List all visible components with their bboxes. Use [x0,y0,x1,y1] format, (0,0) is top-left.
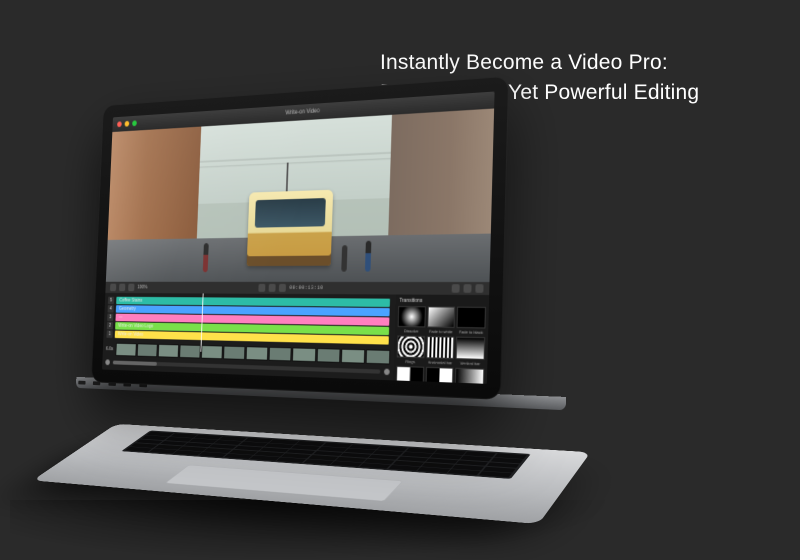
thumbnail[interactable] [365,349,390,364]
panel-title: Transitions [398,298,486,305]
laptop-lid: Write-on Video 100% [91,76,509,400]
scrollbar-thumb[interactable] [113,361,157,366]
timecode-display: 00:00:13:10 [289,285,323,291]
thumbnail[interactable] [201,345,223,359]
transition-preview-icon [396,366,424,384]
thumbnail[interactable] [269,347,292,362]
transition-item[interactable]: Gradient [455,368,484,384]
zoom-level[interactable]: 100% [137,285,147,291]
timeline-panel: 5 Coffee Stains 4 Geometry 3 — 2 Write-o… [102,293,489,384]
text-icon[interactable] [119,284,125,292]
track-index: 1 [106,330,112,338]
transition-label: Rings [405,359,415,365]
track-index: 4 [108,305,114,313]
timeline-tracks[interactable]: 5 Coffee Stains 4 Geometry 3 — 2 Write-o… [102,293,396,381]
thumbnail[interactable] [292,347,316,362]
thumbnail[interactable] [158,344,179,358]
clip-duration: 6.0s [106,346,113,352]
zoom-in-icon[interactable] [384,369,390,375]
transition-label: Fade to white [429,329,453,335]
app-window: Write-on Video 100% [102,91,495,384]
video-preview[interactable] [106,108,494,282]
laptop-deck [33,424,591,524]
settings-icon[interactable] [452,284,460,293]
thumbnail[interactable] [341,349,365,364]
export-icon[interactable] [463,284,471,293]
window-titlebar[interactable]: Write-on Video [112,91,494,132]
close-icon[interactable] [117,121,122,127]
play-icon[interactable] [269,284,276,292]
laptop-mockup: Write-on Video 100% [10,80,570,480]
transition-item[interactable]: Rings [397,336,425,365]
transition-item[interactable]: Fade to black [457,307,486,336]
transition-preview-icon [455,368,484,384]
transition-label: Fade to black [459,330,483,336]
thumbnail[interactable] [137,343,158,357]
transition-item[interactable]: Dissolve [397,306,425,334]
add-icon[interactable] [110,284,116,291]
minimize-icon[interactable] [125,121,130,127]
zoom-out-icon[interactable] [105,359,110,365]
fullscreen-icon[interactable] [132,120,137,126]
transition-preview-icon [427,306,456,328]
next-frame-icon[interactable] [279,284,286,292]
track-index: 3 [107,313,113,321]
port-icon [78,381,85,385]
transition-label: Dissolve [404,329,419,335]
transition-item[interactable]: Fade to white [427,306,456,335]
transitions-panel: Transitions Dissolve Fade to white Fade to… [393,295,489,384]
transition-preview-icon [398,306,426,328]
cut-icon[interactable] [128,284,134,292]
timeline-scrollbar[interactable] [113,361,381,374]
headline-line-1: Instantly Become a Video Pro: [380,48,699,78]
transition-preview-icon [426,336,455,359]
transition-label: Horizontal bar [428,359,452,365]
thumbnail[interactable] [316,348,340,363]
prev-frame-icon[interactable] [258,284,265,292]
transition-item[interactable]: Horizontal bar [426,336,455,365]
track-index: 5 [108,297,114,305]
thumbnail[interactable] [116,343,137,357]
transition-preview-icon [425,367,454,384]
transition-item[interactable]: Wipe left [396,366,424,384]
thumbnail[interactable] [246,346,269,361]
transition-label: Vertical bar [460,360,480,366]
transition-preview-icon [456,337,485,360]
track-index: 2 [107,322,113,330]
window-title: Write-on Video [285,108,319,116]
thumbnail[interactable] [223,346,245,360]
laptop-keyboard [121,431,531,479]
transition-preview-icon [397,336,425,358]
transition-preview-icon [457,307,486,329]
transition-item[interactable]: Vertical bar [456,337,485,366]
tram-illustration [246,190,333,266]
thumbnail[interactable] [179,344,201,358]
transition-item[interactable]: Wipe right [425,367,454,384]
share-icon[interactable] [475,284,483,293]
